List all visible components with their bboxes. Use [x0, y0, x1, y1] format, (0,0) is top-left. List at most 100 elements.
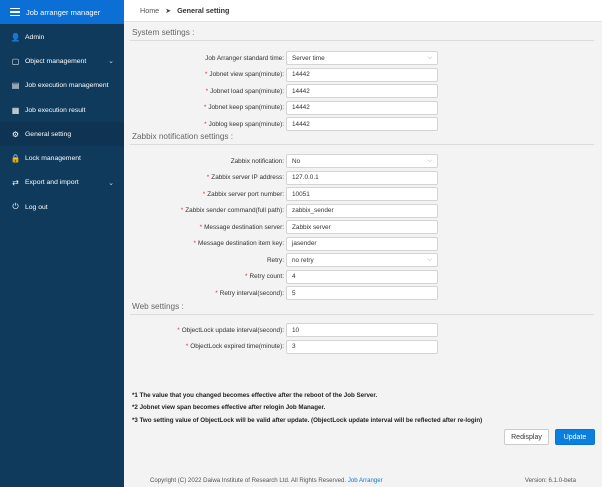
input-field[interactable]: Zabbix server	[286, 220, 438, 234]
input-field[interactable]: zabbix_sender	[286, 203, 438, 218]
form-row: * Retry count: 4	[124, 269, 602, 284]
required-marker: *	[203, 104, 207, 111]
sidebar-item-label: Log out	[25, 203, 48, 211]
power-icon: ⏻	[12, 202, 19, 212]
select-field[interactable]: no retry ⌵	[286, 253, 438, 267]
field-label-text: Jobnet load span(minute)	[210, 87, 283, 95]
sidebar-item-general-setting[interactable]: ⚙ General setting	[0, 122, 124, 147]
lock-icon: 🔒	[10, 154, 21, 164]
list-icon: ▤	[11, 81, 20, 91]
breadcrumb-current: General setting	[177, 6, 230, 15]
breadcrumb-arrow-icon: ➤	[165, 7, 172, 15]
input-field[interactable]: 127.0.0.1	[286, 170, 438, 185]
redisplay-button[interactable]: Redisplay	[504, 429, 549, 445]
folder-icon: ▢	[11, 56, 20, 66]
required-marker: *	[205, 87, 209, 95]
field-label: * Retry interval(second):	[215, 290, 284, 297]
required-marker: *	[245, 273, 248, 280]
update-button[interactable]: Update	[555, 429, 595, 445]
field-label: * Zabbix server IP address:	[207, 174, 284, 181]
input-field[interactable]: 10	[286, 323, 438, 337]
label-colon: :	[282, 240, 284, 247]
label-colon: :	[282, 190, 284, 198]
required-marker: *	[215, 289, 218, 297]
input-field[interactable]: 10051	[286, 187, 438, 201]
field-label: * Message destination server:	[200, 224, 284, 231]
field-value: 14442	[292, 71, 310, 78]
field-label: * Zabbix sender command(full path):	[181, 207, 284, 214]
form-row: * Jobnet keep span(minute): 14442	[124, 100, 602, 115]
app-title: Job arranger manager	[26, 7, 101, 17]
input-field[interactable]: 4	[286, 269, 438, 284]
label-colon: :	[282, 343, 284, 350]
job-arranger-link[interactable]: Job Arranger	[348, 477, 383, 484]
field-label-text: ObjectLock expired time(minute)	[190, 343, 283, 350]
note-3: *3 Two setting value of ObjectLock will …	[132, 416, 483, 424]
field-value: 3	[292, 343, 296, 350]
sidebar-item-job-execution-management[interactable]: ▤ Job execution management	[0, 74, 124, 98]
field-label-text: Job Arranger standard time	[205, 54, 283, 62]
input-field[interactable]: 14442	[286, 67, 438, 82]
input-field[interactable]: jasender	[286, 236, 438, 251]
section-divider	[130, 40, 594, 41]
user-icon: 👤	[10, 32, 21, 42]
field-label-text: Zabbix server port number	[207, 190, 283, 198]
field-value: 10051	[292, 190, 310, 198]
note-2: *2 Jobnet view span becomes effective af…	[132, 404, 326, 412]
sidebar-item-admin[interactable]: 👤 Admin	[0, 25, 124, 49]
sidebar-item-log-out[interactable]: ⏻ Log out	[0, 195, 124, 219]
breadcrumb-home[interactable]: Home	[140, 6, 159, 15]
select-field[interactable]: No ⌵	[286, 154, 438, 168]
form-row: * Message destination item key: jasender	[124, 236, 602, 251]
required-marker: *	[204, 71, 208, 78]
form-row: * Jobnet view span(minute): 14442	[124, 67, 602, 82]
form-row: * Message destination server: Zabbix serve…	[124, 220, 602, 234]
version-text: Version: 6.1.0-beta	[524, 476, 576, 484]
field-label: Retry:	[267, 257, 284, 264]
input-field[interactable]: 5	[286, 286, 438, 300]
field-value: jasender	[292, 240, 317, 247]
field-value: 14442	[292, 120, 310, 128]
field-value: no retry	[292, 256, 314, 264]
required-marker: *	[202, 190, 206, 198]
label-colon: :	[282, 54, 284, 62]
input-field[interactable]: 14442	[286, 84, 438, 98]
required-marker: *	[206, 174, 210, 181]
field-value: 4	[292, 273, 296, 280]
field-label-text: Zabbix sender command(full path)	[185, 207, 283, 214]
label-colon: :	[282, 120, 284, 128]
input-field[interactable]: 14442	[286, 100, 438, 115]
section-divider	[130, 144, 594, 145]
sidebar-header: Job arranger manager	[0, 0, 124, 24]
menu-icon[interactable]	[10, 8, 20, 16]
label-colon: :	[282, 174, 284, 181]
input-field[interactable]: 14442	[286, 117, 438, 131]
form-row: Job Arranger standard time: Server time ⌵	[124, 51, 602, 65]
field-label: * ObjectLock update interval(second):	[177, 327, 284, 334]
sidebar-item-job-execution-result[interactable]: ▦ Job execution result	[0, 98, 124, 122]
sidebar-item-lock-management[interactable]: 🔒 Lock management	[0, 146, 124, 170]
field-label: * Message destination item key:	[194, 240, 284, 247]
label-colon: :	[282, 207, 284, 214]
field-label: * Jobnet keep span(minute):	[204, 104, 284, 111]
select-field[interactable]: Server time ⌵	[286, 51, 438, 65]
gear-icon: ⚙	[11, 129, 20, 139]
required-marker: *	[199, 223, 203, 231]
field-value: No	[292, 157, 301, 165]
label-colon: :	[282, 256, 284, 264]
form-row: * Zabbix server IP address: 127.0.0.1	[124, 170, 602, 185]
field-label: Job Arranger standard time:	[205, 55, 284, 62]
sidebar-item-label: Job execution result	[25, 106, 86, 114]
main-content: Home ➤ General setting System settings :…	[124, 0, 602, 487]
field-value: zabbix_sender	[292, 207, 334, 214]
sidebar-item-object-management[interactable]: ▢ Object management ⌄	[0, 49, 124, 73]
required-marker: *	[177, 326, 180, 334]
section-divider	[130, 314, 594, 315]
input-field[interactable]: 3	[286, 339, 438, 354]
notes: *1 The value that you changed becomes ef…	[132, 390, 482, 427]
sidebar-item-export-and-import[interactable]: ⇄ Export and import ⌄	[0, 171, 124, 195]
field-label-text: Message destination item key	[198, 240, 283, 247]
required-marker: *	[185, 343, 189, 350]
field-label: * Retry count:	[245, 273, 284, 280]
label-colon: :	[282, 273, 284, 280]
